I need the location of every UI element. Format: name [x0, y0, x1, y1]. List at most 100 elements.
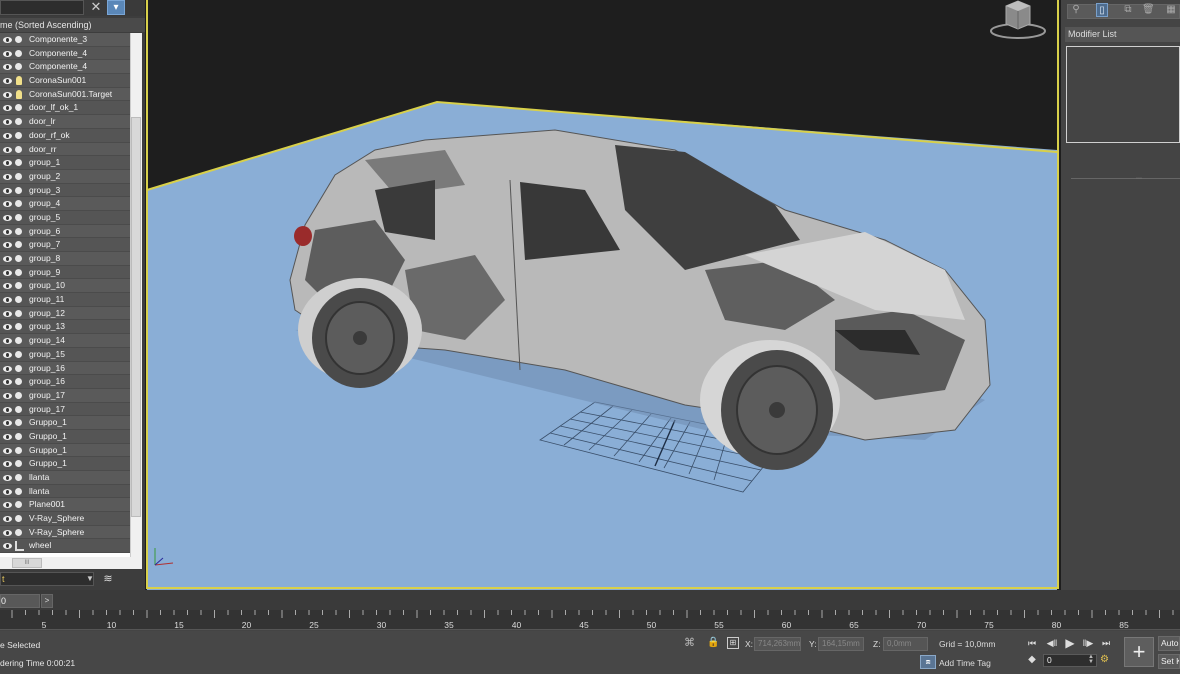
- list-item[interactable]: group_13: [0, 320, 130, 335]
- explorer-scroll-thumb[interactable]: [131, 117, 141, 517]
- list-item[interactable]: Componente_3: [0, 33, 130, 47]
- list-item[interactable]: Componente_4: [0, 46, 130, 61]
- visibility-eye-icon[interactable]: [3, 119, 12, 126]
- list-item[interactable]: group_2: [0, 169, 130, 184]
- explorer-search-input[interactable]: [0, 0, 84, 15]
- resize-grip-icon[interactable]: ⋯: [1136, 175, 1144, 182]
- list-item[interactable]: door_lf_ok_1: [0, 101, 130, 116]
- visibility-eye-icon[interactable]: [3, 228, 12, 235]
- visibility-eye-icon[interactable]: [3, 461, 12, 468]
- visibility-eye-icon[interactable]: [3, 529, 12, 536]
- visibility-eye-icon[interactable]: [3, 283, 12, 290]
- list-item[interactable]: group_1: [0, 156, 130, 170]
- list-item[interactable]: group_3: [0, 183, 130, 198]
- time-tag-icon[interactable]: ⧈: [920, 655, 936, 669]
- list-item[interactable]: door_rf_ok: [0, 128, 130, 143]
- filter-icon[interactable]: ▾: [107, 0, 125, 15]
- set-key-button[interactable]: Set K: [1158, 654, 1180, 669]
- visibility-eye-icon[interactable]: [3, 488, 12, 495]
- modifier-stack[interactable]: [1066, 46, 1180, 143]
- list-item[interactable]: group_8: [0, 252, 130, 266]
- absolute-mode-icon[interactable]: ⊞: [727, 637, 739, 649]
- time-slider-frame[interactable]: 0: [0, 594, 40, 608]
- list-item[interactable]: wheel: [0, 539, 130, 554]
- show-end-result-icon[interactable]: ▯: [1096, 3, 1108, 17]
- list-item[interactable]: group_15: [0, 347, 130, 362]
- list-item[interactable]: llanta: [0, 471, 130, 485]
- visibility-eye-icon[interactable]: [3, 173, 12, 180]
- visibility-eye-icon[interactable]: [3, 256, 12, 262]
- list-item[interactable]: V-Ray_Sphere: [0, 512, 130, 526]
- list-item[interactable]: group_16: [0, 375, 130, 389]
- visibility-eye-icon[interactable]: [3, 433, 12, 440]
- viewcube-icon[interactable]: [988, 0, 1048, 42]
- visibility-eye-icon[interactable]: [3, 242, 12, 249]
- list-item[interactable]: llanta: [0, 484, 130, 499]
- go-to-start-icon[interactable]: ⏮: [1024, 636, 1040, 650]
- list-item[interactable]: CoronaSun001.Target: [0, 87, 130, 102]
- list-item[interactable]: Gruppo_1: [0, 416, 130, 430]
- visibility-eye-icon[interactable]: [3, 105, 12, 112]
- list-item[interactable]: Plane001: [0, 498, 130, 513]
- list-item[interactable]: group_9: [0, 265, 130, 280]
- list-item[interactable]: group_10: [0, 279, 130, 294]
- list-item[interactable]: group_5: [0, 210, 130, 225]
- modifier-list-dropdown[interactable]: Modifier List: [1065, 27, 1180, 42]
- visibility-eye-icon[interactable]: [3, 379, 12, 386]
- list-item[interactable]: Gruppo_1: [0, 443, 130, 458]
- layer-dropdown[interactable]: t: [0, 572, 94, 586]
- chevron-down-icon[interactable]: ▼: [86, 574, 94, 583]
- list-item[interactable]: door_lr: [0, 115, 130, 129]
- list-item[interactable]: group_4: [0, 197, 130, 211]
- add-time-tag-button[interactable]: Add Time Tag: [939, 658, 991, 668]
- make-unique-icon[interactable]: ⧉: [1122, 3, 1134, 17]
- visibility-eye-icon[interactable]: [3, 543, 12, 550]
- time-configuration-icon[interactable]: ⚙: [1100, 654, 1114, 668]
- key-mode-toggle-icon[interactable]: ◆: [1024, 654, 1040, 668]
- frame-spinner-icon[interactable]: ▲ ▼: [1088, 654, 1094, 665]
- list-item[interactable]: group_11: [0, 293, 130, 307]
- list-item[interactable]: Gruppo_1: [0, 429, 130, 444]
- pin-stack-icon[interactable]: ⚲: [1070, 3, 1082, 17]
- visibility-eye-icon[interactable]: [3, 78, 12, 85]
- visibility-eye-icon[interactable]: [3, 91, 12, 98]
- visibility-eye-icon[interactable]: [3, 187, 12, 194]
- next-frame-button[interactable]: >: [41, 594, 53, 608]
- time-slider[interactable]: [0, 590, 1180, 610]
- visibility-eye-icon[interactable]: [3, 146, 12, 153]
- y-coordinate-field[interactable]: 164,15mm: [818, 637, 864, 651]
- play-icon[interactable]: ▶: [1062, 636, 1078, 650]
- visibility-eye-icon[interactable]: [3, 214, 12, 221]
- auto-key-button[interactable]: Auto: [1158, 636, 1180, 651]
- visibility-eye-icon[interactable]: [3, 160, 12, 167]
- go-to-end-icon[interactable]: ⏭: [1098, 636, 1114, 650]
- list-item[interactable]: door_rr: [0, 142, 130, 157]
- visibility-eye-icon[interactable]: [3, 365, 12, 372]
- selection-lock-icon[interactable]: 🔒: [707, 637, 719, 650]
- visibility-eye-icon[interactable]: [3, 338, 12, 345]
- explorer-hscroll-thumb[interactable]: III: [12, 558, 42, 568]
- next-frame-icon[interactable]: ‖▶: [1080, 636, 1096, 650]
- visibility-eye-icon[interactable]: [3, 64, 12, 71]
- list-item[interactable]: Gruppo_1: [0, 457, 130, 471]
- previous-frame-icon[interactable]: ◀‖: [1044, 636, 1060, 650]
- x-coordinate-field[interactable]: 714,263mm: [754, 637, 801, 651]
- list-item[interactable]: group_14: [0, 334, 130, 348]
- visibility-eye-icon[interactable]: [3, 447, 12, 454]
- list-item[interactable]: CoronaSun001: [0, 74, 130, 88]
- set-keys-icon[interactable]: +: [1124, 637, 1154, 667]
- visibility-eye-icon[interactable]: [3, 37, 12, 43]
- list-item[interactable]: group_17: [0, 388, 130, 403]
- list-item[interactable]: Componente_4: [0, 60, 130, 75]
- visibility-eye-icon[interactable]: [3, 324, 12, 331]
- visibility-eye-icon[interactable]: [3, 420, 12, 427]
- visibility-eye-icon[interactable]: [3, 50, 12, 57]
- list-item[interactable]: V-Ray_Sphere: [0, 525, 130, 540]
- list-item[interactable]: group_16: [0, 361, 130, 376]
- visibility-eye-icon[interactable]: [3, 516, 12, 523]
- list-item[interactable]: group_7: [0, 238, 130, 252]
- visibility-eye-icon[interactable]: [3, 502, 12, 509]
- list-item[interactable]: group_12: [0, 306, 130, 321]
- configure-modifier-sets-icon[interactable]: ▦: [1165, 3, 1177, 17]
- list-item[interactable]: group_17: [0, 402, 130, 417]
